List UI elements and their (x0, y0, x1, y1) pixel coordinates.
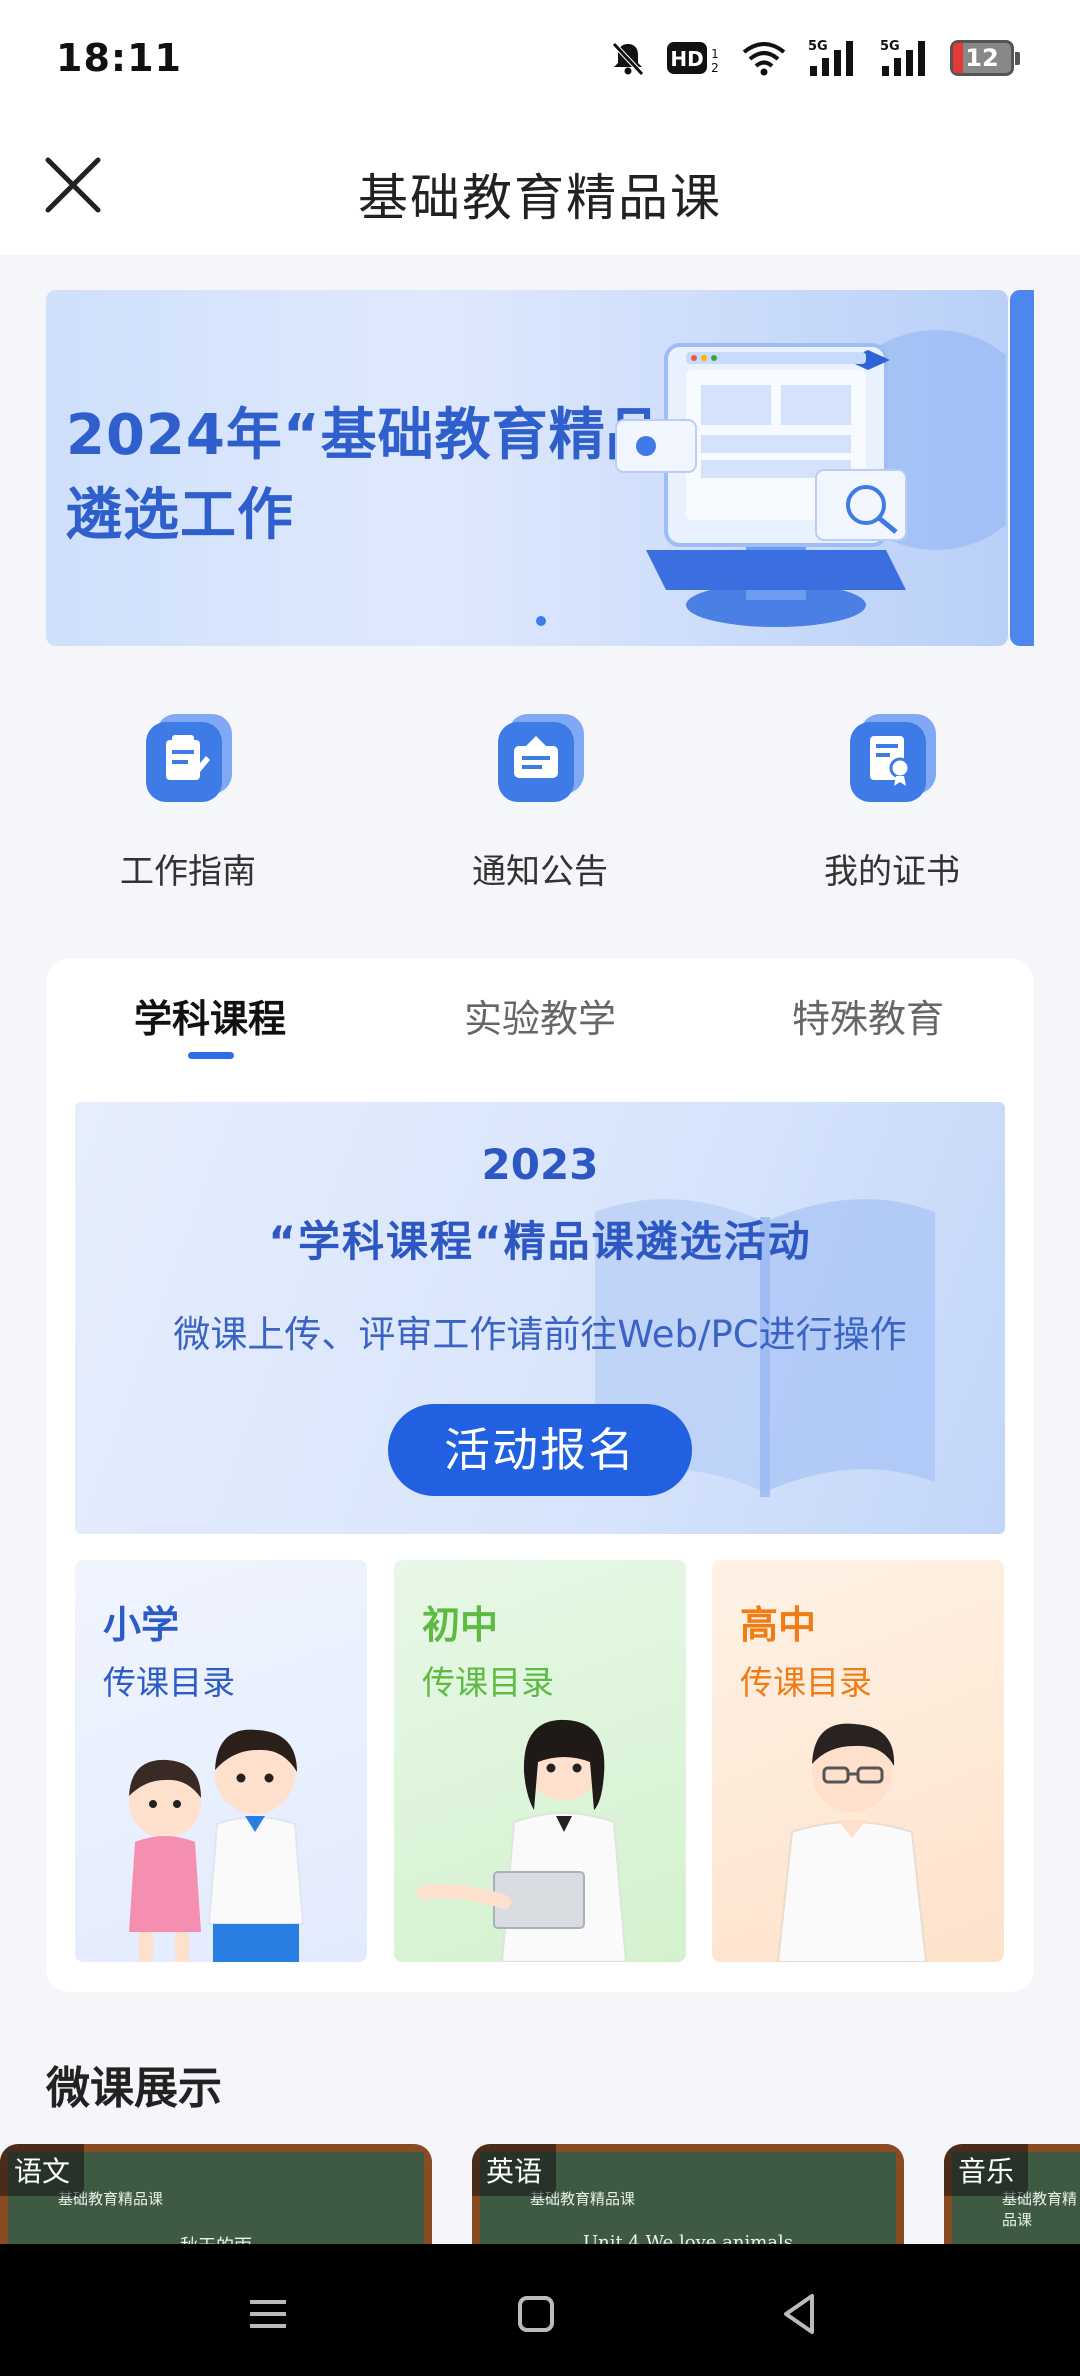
micro-lesson-card[interactable]: 基础教育精品课 音乐 (944, 2144, 1080, 2254)
svg-text:5G: 5G (880, 39, 900, 54)
level-card-senior-high[interactable]: 高中 传课目录 (712, 1560, 1004, 1962)
status-icons: HD 1 2 5G 5G 12 (608, 34, 1020, 82)
micro-lesson-card[interactable]: 基础教育精品课 秋天的雨 语文 (0, 2144, 432, 2254)
banner-next-peek[interactable] (1010, 290, 1034, 646)
course-card: 学科课程 实验教学 特殊教育 2023 “学科课程“精品课遴选活动 微课上传、评… (46, 958, 1034, 1992)
signal-5g-icon: 5G (808, 39, 853, 76)
micro-lesson-card[interactable]: 基础教育精品课 Unit 4 We love animals 英语 (472, 2144, 904, 2254)
menu-icon[interactable] (238, 2284, 298, 2344)
status-bar: 18:11 HD 1 2 5G 5G 12 (0, 0, 1080, 120)
signal-5g-icon: 5G (880, 39, 925, 76)
banner-carousel[interactable]: 2024年“基础教育精品课” 遴选工作 (46, 290, 1008, 646)
subject-tag: 音乐 (944, 2144, 1029, 2196)
carousel-dot[interactable] (518, 616, 528, 626)
page-title: 基础教育精品课 (358, 169, 722, 227)
svg-text:5G: 5G (808, 39, 828, 54)
students-illustration (129, 1729, 305, 1962)
tab-special-education[interactable]: 特殊教育 (748, 988, 988, 1068)
status-time: 18:11 (56, 36, 182, 80)
svg-text:2: 2 (711, 61, 719, 75)
subject-tag: 语文 (0, 2144, 85, 2196)
teacher-illustration (417, 1719, 628, 1962)
svg-text:1: 1 (711, 47, 719, 61)
battery-icon: 12 (950, 40, 1020, 76)
subject-tag: 英语 (472, 2144, 557, 2196)
notice-icon (498, 714, 584, 802)
level-title: 高中 (740, 1603, 817, 1647)
bell-muted-icon (612, 42, 644, 76)
promo-title: “学科课程“精品课遴选活动 (268, 1217, 812, 1266)
active-tab-indicator (188, 1052, 234, 1059)
banner-title-line2: 遴选工作 (66, 483, 294, 548)
carousel-dots (518, 616, 546, 626)
tab-experiment-teaching[interactable]: 实验教学 (420, 988, 660, 1068)
quick-action-certificate[interactable]: 我的证书 (792, 700, 992, 900)
back-icon[interactable] (770, 2284, 830, 2344)
computer-illustration (615, 330, 1006, 627)
wifi-icon (742, 42, 786, 76)
teacher-male-illustration (776, 1723, 928, 1962)
level-card-primary-school[interactable]: 小学 传课目录 (75, 1560, 367, 1962)
certificate-icon (850, 714, 936, 802)
level-title: 初中 (422, 1603, 499, 1647)
quick-action-notice[interactable]: 通知公告 (440, 700, 640, 900)
system-nav-bar (0, 2244, 1080, 2376)
promo-description: 微课上传、评审工作请前往Web/PC进行操作 (173, 1313, 907, 1356)
activity-promo: 2023 “学科课程“精品课遴选活动 微课上传、评审工作请前往Web/PC进行操… (75, 1102, 1005, 1534)
level-card-junior-high[interactable]: 初中 传课目录 (394, 1560, 686, 1962)
register-button[interactable]: 活动报名 (388, 1404, 692, 1496)
guide-icon (146, 714, 232, 802)
quick-action-label: 我的证书 (824, 852, 960, 892)
home-icon[interactable] (506, 2284, 566, 2344)
hd-icon: HD 1 2 (667, 42, 719, 75)
quick-action-label: 通知公告 (472, 852, 608, 892)
svg-text:HD: HD (670, 47, 703, 71)
header: 基础教育精品课 (0, 120, 1080, 255)
section-title-micro-lessons: 微课展示 (46, 2063, 222, 2114)
level-title: 小学 (103, 1603, 180, 1647)
quick-actions: 工作指南 通知公告 我的证书 (0, 700, 1080, 900)
carousel-dot-active[interactable] (536, 616, 546, 626)
battery-level: 12 (965, 44, 999, 72)
quick-action-guide[interactable]: 工作指南 (88, 700, 288, 900)
promo-year: 2023 (481, 1140, 599, 1189)
quick-action-label: 工作指南 (120, 852, 256, 892)
